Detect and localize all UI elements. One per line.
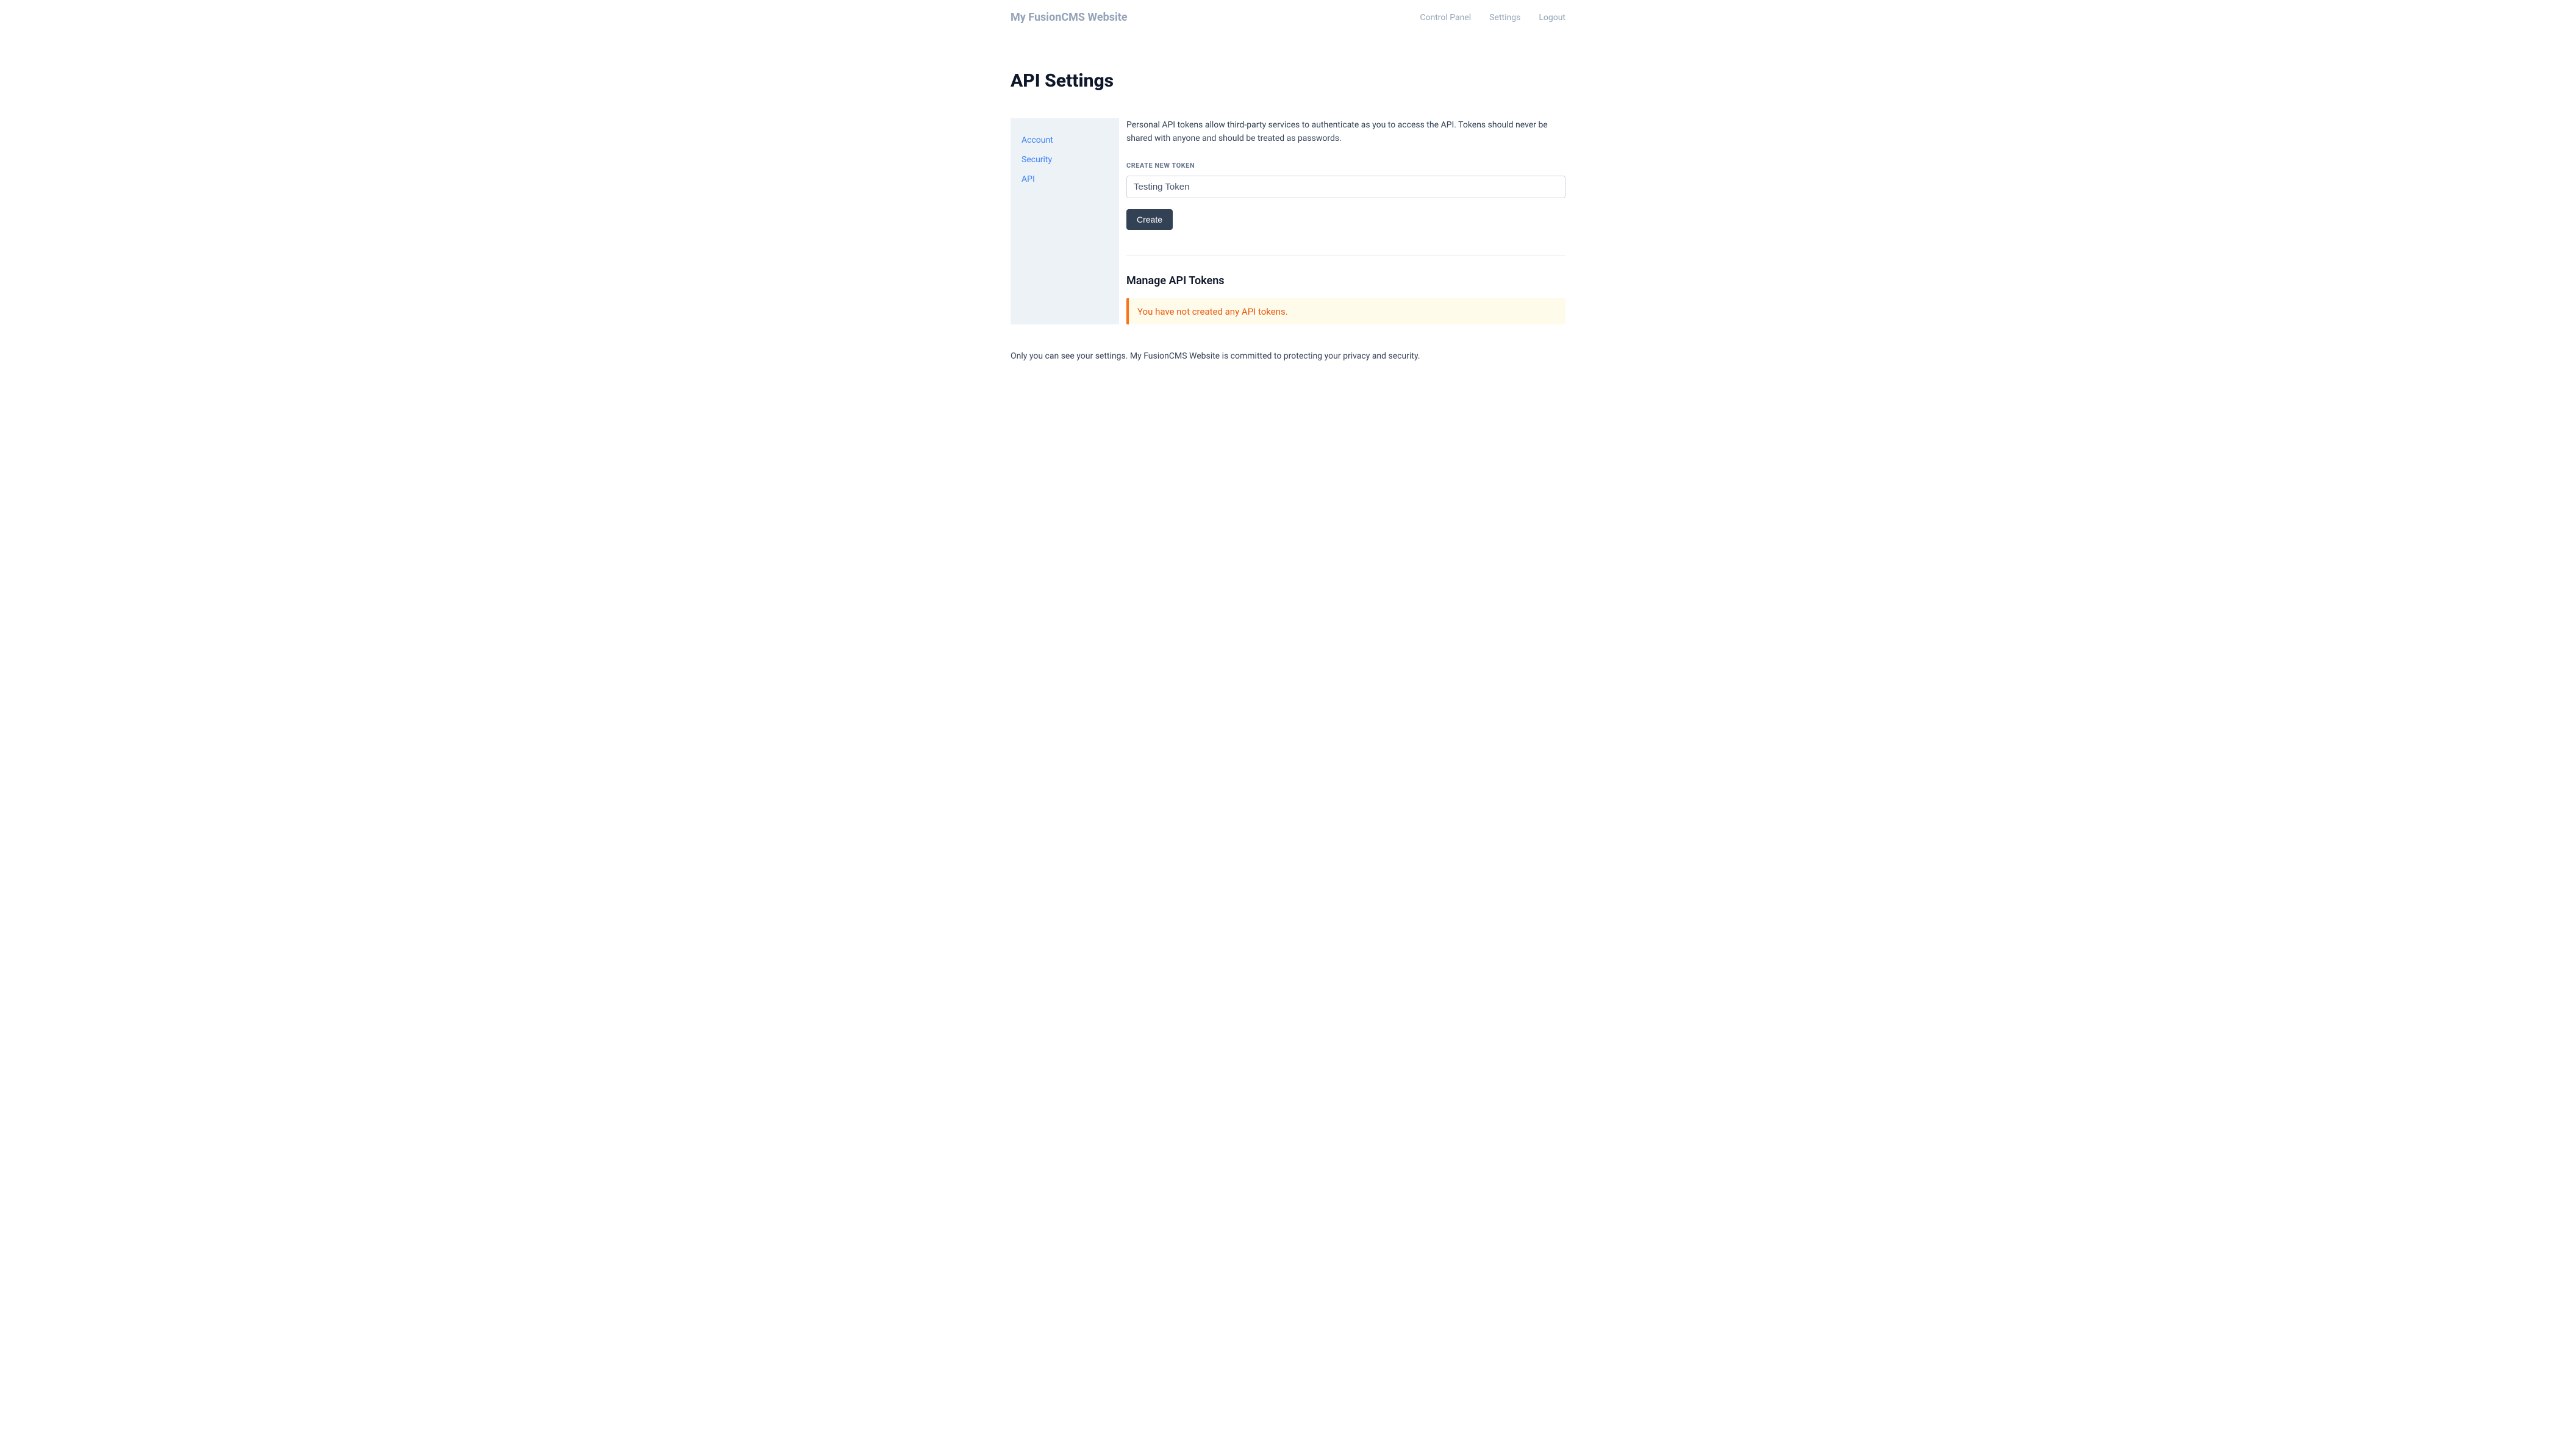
nav-logout[interactable]: Logout bbox=[1539, 13, 1565, 23]
nav-links: Control Panel Settings Logout bbox=[1420, 13, 1565, 23]
content-wrapper: Account Security API Personal API tokens… bbox=[1011, 118, 1565, 324]
create-button[interactable]: Create bbox=[1126, 209, 1173, 230]
header: My FusionCMS Website Control Panel Setti… bbox=[1011, 0, 1565, 35]
footer-text: Only you can see your settings. My Fusio… bbox=[1011, 351, 1565, 361]
sidebar-item-security[interactable]: Security bbox=[1021, 151, 1108, 168]
empty-tokens-alert: You have not created any API tokens. bbox=[1126, 298, 1565, 324]
intro-text: Personal API tokens allow third-party se… bbox=[1126, 118, 1565, 146]
create-token-label: CREATE NEW TOKEN bbox=[1126, 162, 1565, 170]
page-title: API Settings bbox=[1011, 70, 1565, 91]
nav-control-panel[interactable]: Control Panel bbox=[1420, 13, 1471, 23]
sidebar-item-api[interactable]: API bbox=[1021, 171, 1108, 188]
empty-tokens-message: You have not created any API tokens. bbox=[1137, 306, 1288, 317]
manage-tokens-title: Manage API Tokens bbox=[1126, 274, 1565, 287]
site-title[interactable]: My FusionCMS Website bbox=[1011, 11, 1128, 24]
token-name-input[interactable] bbox=[1126, 176, 1565, 198]
nav-settings[interactable]: Settings bbox=[1489, 13, 1520, 23]
main-content: Personal API tokens allow third-party se… bbox=[1119, 118, 1565, 324]
sidebar-item-account[interactable]: Account bbox=[1021, 132, 1108, 149]
sidebar: Account Security API bbox=[1011, 118, 1119, 324]
